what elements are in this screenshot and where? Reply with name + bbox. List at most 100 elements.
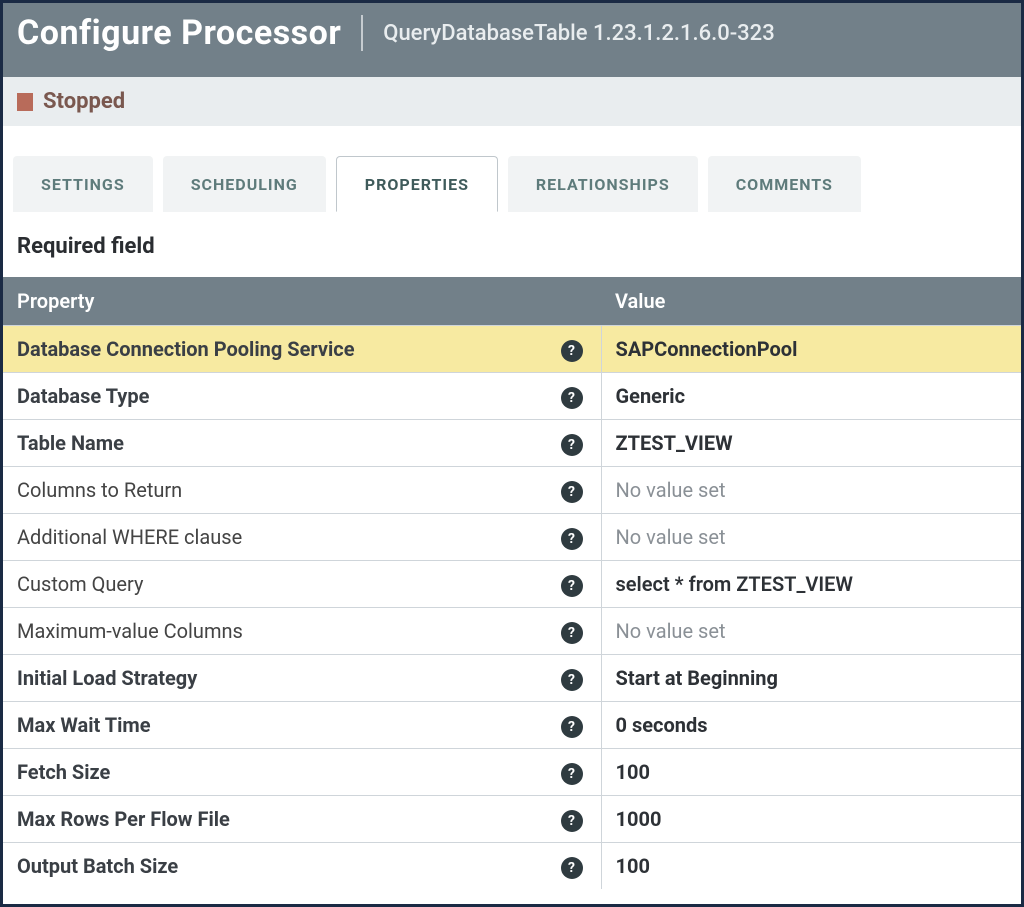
help-cell: ?: [543, 467, 601, 514]
help-icon[interactable]: ?: [561, 434, 583, 456]
stopped-icon: [17, 93, 33, 111]
property-value: No value set: [616, 525, 726, 549]
property-value-cell[interactable]: 100: [601, 843, 1021, 890]
property-value-cell[interactable]: select * from ZTEST_VIEW: [601, 561, 1021, 608]
tab-properties[interactable]: PROPERTIES: [336, 156, 498, 212]
property-value: 100: [616, 760, 650, 784]
help-cell: ?: [543, 796, 601, 843]
property-name: Database Type: [17, 384, 149, 408]
property-value: No value set: [616, 619, 726, 643]
property-name-cell[interactable]: Additional WHERE clause: [3, 514, 543, 561]
help-cell: ?: [543, 655, 601, 702]
property-value-cell[interactable]: 1000: [601, 796, 1021, 843]
property-value-cell[interactable]: No value set: [601, 608, 1021, 655]
property-value-cell[interactable]: No value set: [601, 467, 1021, 514]
help-cell: ?: [543, 373, 601, 420]
help-cell: ?: [543, 514, 601, 561]
table-row[interactable]: Additional WHERE clause? No value set: [3, 514, 1021, 561]
header-property: Property: [3, 277, 601, 326]
property-value-cell[interactable]: 0 seconds: [601, 702, 1021, 749]
table-row[interactable]: Maximum-value Columns? No value set: [3, 608, 1021, 655]
help-icon[interactable]: ?: [561, 481, 583, 503]
tabs-container: SETTINGSSCHEDULINGPROPERTIESRELATIONSHIP…: [3, 126, 1021, 212]
help-cell: ?: [543, 608, 601, 655]
property-name-cell[interactable]: Custom Query: [3, 561, 543, 608]
help-icon[interactable]: ?: [561, 528, 583, 550]
help-icon[interactable]: ?: [561, 857, 583, 879]
table-header-row: Property Value: [3, 277, 1021, 326]
tab-bar: SETTINGSSCHEDULINGPROPERTIESRELATIONSHIP…: [13, 156, 1011, 212]
property-value-cell[interactable]: 100: [601, 749, 1021, 796]
property-name: Maximum-value Columns: [17, 619, 243, 643]
property-name: Database Connection Pooling Service: [17, 337, 355, 361]
property-value-cell[interactable]: Generic: [601, 373, 1021, 420]
help-cell: ?: [543, 420, 601, 467]
help-icon[interactable]: ?: [561, 669, 583, 691]
property-value: 0 seconds: [616, 713, 708, 737]
table-row[interactable]: Table Name? ZTEST_VIEW: [3, 420, 1021, 467]
help-icon[interactable]: ?: [561, 763, 583, 785]
status-bar: Stopped: [3, 77, 1021, 126]
help-icon[interactable]: ?: [561, 340, 583, 362]
property-value-cell[interactable]: ZTEST_VIEW: [601, 420, 1021, 467]
property-value-cell[interactable]: SAPConnectionPool: [601, 326, 1021, 373]
property-name: Max Rows Per Flow File: [17, 807, 230, 831]
property-name-cell[interactable]: Maximum-value Columns: [3, 608, 543, 655]
table-row[interactable]: Custom Query? select * from ZTEST_VIEW: [3, 561, 1021, 608]
property-name: Initial Load Strategy: [17, 666, 197, 690]
help-cell: ?: [543, 326, 601, 373]
tab-scheduling[interactable]: SCHEDULING: [163, 156, 326, 212]
tab-relationships[interactable]: RELATIONSHIPS: [508, 156, 698, 212]
property-name-cell[interactable]: Database Type: [3, 373, 543, 420]
required-field-label: Required field: [3, 212, 1021, 277]
property-name-cell[interactable]: Max Rows Per Flow File: [3, 796, 543, 843]
table-row[interactable]: Output Batch Size? 100: [3, 843, 1021, 890]
property-value: 100: [616, 854, 650, 878]
tab-comments[interactable]: COMMENTS: [708, 156, 861, 212]
help-cell: ?: [543, 561, 601, 608]
property-value: 1000: [616, 807, 662, 831]
help-icon[interactable]: ?: [561, 575, 583, 597]
property-name: Table Name: [17, 431, 124, 455]
help-icon[interactable]: ?: [561, 387, 583, 409]
property-name-cell[interactable]: Initial Load Strategy: [3, 655, 543, 702]
dialog-header: Configure Processor QueryDatabaseTable 1…: [3, 3, 1021, 77]
tab-settings[interactable]: SETTINGS: [13, 156, 153, 212]
property-name-cell[interactable]: Fetch Size: [3, 749, 543, 796]
property-value: select * from ZTEST_VIEW: [616, 572, 853, 596]
table-row[interactable]: Fetch Size? 100: [3, 749, 1021, 796]
property-name-cell[interactable]: Columns to Return: [3, 467, 543, 514]
help-cell: ?: [543, 702, 601, 749]
property-value-cell[interactable]: No value set: [601, 514, 1021, 561]
title-divider: [361, 15, 363, 51]
property-name: Custom Query: [17, 572, 143, 596]
help-icon[interactable]: ?: [561, 622, 583, 644]
table-row[interactable]: Max Rows Per Flow File? 1000: [3, 796, 1021, 843]
table-row[interactable]: Initial Load Strategy? Start at Beginning: [3, 655, 1021, 702]
help-icon[interactable]: ?: [561, 810, 583, 832]
processor-name-version: QueryDatabaseTable 1.23.1.2.1.6.0-323: [383, 21, 774, 46]
property-name-cell[interactable]: Output Batch Size: [3, 843, 543, 890]
help-icon[interactable]: ?: [561, 716, 583, 738]
help-cell: ?: [543, 843, 601, 890]
configure-processor-dialog: Configure Processor QueryDatabaseTable 1…: [0, 0, 1024, 907]
property-value: Start at Beginning: [616, 666, 778, 690]
table-row[interactable]: Database Connection Pooling Service? SAPC…: [3, 326, 1021, 373]
property-name-cell[interactable]: Database Connection Pooling Service: [3, 326, 543, 373]
property-value: No value set: [616, 478, 726, 502]
property-value: ZTEST_VIEW: [616, 431, 733, 455]
properties-table: Property Value Database Connection Pooli…: [3, 277, 1021, 889]
property-name: Columns to Return: [17, 478, 182, 502]
property-name-cell[interactable]: Table Name: [3, 420, 543, 467]
help-cell: ?: [543, 749, 601, 796]
table-row[interactable]: Max Wait Time? 0 seconds: [3, 702, 1021, 749]
property-name: Additional WHERE clause: [17, 525, 242, 549]
table-row[interactable]: Database Type? Generic: [3, 373, 1021, 420]
property-value: SAPConnectionPool: [616, 337, 798, 361]
header-value: Value: [601, 277, 1021, 326]
property-value: Generic: [616, 384, 685, 408]
property-name-cell[interactable]: Max Wait Time: [3, 702, 543, 749]
property-value-cell[interactable]: Start at Beginning: [601, 655, 1021, 702]
table-row[interactable]: Columns to Return? No value set: [3, 467, 1021, 514]
dialog-title: Configure Processor: [17, 13, 341, 53]
